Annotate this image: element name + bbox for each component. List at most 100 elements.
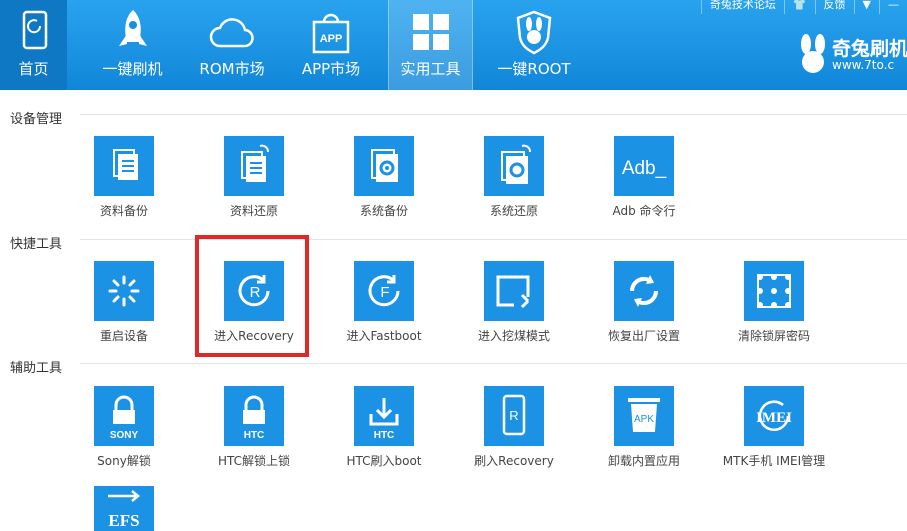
highlight-box [195,235,309,357]
divider [80,363,907,364]
download-tray-icon: HTC [369,398,399,441]
htc-boot-icon-text: HTC [374,430,395,441]
tile-factory-reset [614,261,674,321]
nav-app-market[interactable]: APP APP市场 [295,0,367,90]
tile-clear-lock [744,261,804,321]
tool-sony-unlock[interactable]: SONY Sony解锁 [64,386,184,469]
top-links: 奇兔技术论坛 👕 反馈 ▼ — [700,0,907,14]
divider [80,114,907,115]
grid-icon [407,8,455,56]
tile-flash-recovery: R [484,386,544,446]
tile-sony-unlock: SONY [94,386,154,446]
refresh-icon [629,275,659,307]
terminal-icon: Adb_ [622,158,667,179]
nav-home[interactable]: 首页 [0,0,67,90]
tool-restore-system[interactable]: 系统还原 [454,136,574,219]
label-reboot: 重启设备 [99,329,148,343]
nav-home-label: 首页 [18,60,49,78]
brand-name: 奇兔刷机 [832,38,907,60]
tool-fastboot[interactable]: F 进入Fastboot [324,261,444,344]
tool-backup-data[interactable]: 资料备份 [64,136,184,219]
tile-restore-system [484,136,544,196]
nav-app-label: APP市场 [301,60,361,78]
rabbit-shield-icon [510,8,558,56]
tile-mtk-imei: IMEI [744,386,804,446]
trash-apk-icon: APK [628,398,660,432]
tile-htc-unlock: HTC [224,386,284,446]
imei-icon: IMEI [756,400,792,431]
sony-icon-text: SONY [110,430,139,441]
home-phone-icon [10,8,58,56]
label-restore-system: 系统还原 [489,204,538,218]
minimize-icon[interactable]: — [879,0,907,14]
shopping-bag-icon: APP [307,8,355,56]
nav-root-label: 一键ROOT [497,60,571,78]
spinner-icon [108,275,140,307]
adb-icon-text: Adb_ [622,158,667,179]
tile-reboot [94,261,154,321]
label-mtk-imei: MTK手机 IMEI管理 [722,454,826,468]
tool-reboot[interactable]: 重启设备 [64,261,184,344]
tile-uninstall-apps: APK [614,386,674,446]
tool-restore-data[interactable]: 资料还原 [194,136,314,219]
feedback-link[interactable]: 反馈 [814,0,854,14]
label-htc-unlock: HTC解锁上锁 [217,454,291,468]
tile-restore-data [224,136,284,196]
nav-root[interactable]: 一键ROOT [490,0,578,90]
efs-arrow-icon: EFS [108,490,140,530]
tool-factory-reset[interactable]: 恢复出厂设置 [584,261,704,344]
shirt-icon[interactable]: 👕 [783,0,815,14]
feedback-label: 反馈 [823,0,846,11]
label-restore-data: 资料还原 [229,204,278,218]
nav-rom-market[interactable]: ROM市场 [192,0,272,90]
rocket-icon [109,8,157,56]
efs-icon-text: EFS [108,511,139,530]
tool-backup-system[interactable]: 系统备份 [324,136,444,219]
tile-adb: Adb_ [614,136,674,196]
label-fastboot: 进入Fastboot [346,329,422,343]
top-navigation-bar: 首页 一键刷机 ROM市场 APP APP市场 实用工具 一键ROOT 奇兔技术… [0,0,907,90]
tile-backup-data [94,136,154,196]
label-adb: Adb 命令行 [612,204,676,218]
tool-efs[interactable]: EFS [64,486,184,531]
brand-url: www.7to.c [832,58,895,72]
tool-adb[interactable]: Adb_ Adb 命令行 [584,136,704,219]
padlock-icon: SONY [110,395,139,441]
tool-uninstall-apps[interactable]: APK 卸载内置应用 [584,386,704,469]
tool-flash-recovery[interactable]: R 刷入Recovery [454,386,574,469]
tool-htc-boot[interactable]: HTC HTC刷入boot [324,386,444,469]
tile-efs: EFS [94,486,154,531]
tool-mining-mode[interactable]: 进入挖煤模式 [454,261,574,344]
label-uninstall-apps: 卸载内置应用 [607,454,680,468]
label-sony-unlock: Sony解锁 [97,454,151,468]
htc-icon-text: HTC [244,430,265,441]
phone-r-icon: R [502,394,526,436]
document-restore-icon [241,144,269,182]
nav-flash[interactable]: 一键刷机 [95,0,170,90]
label-htc-boot: HTC刷入boot [346,454,422,468]
screen-arrow-icon [496,275,530,309]
tile-htc-boot: HTC [354,386,414,446]
fastboot-f-icon: F [368,275,400,307]
system-gear-icon [371,149,398,182]
menu-dropdown-icon[interactable]: ▼ [853,0,879,14]
app-icon-text: APP [320,33,343,45]
rabbit-logo-icon [801,34,825,73]
label-clear-lock: 清除锁屏密码 [737,329,810,343]
tile-backup-system [354,136,414,196]
tool-htc-unlock[interactable]: HTC HTC解锁上锁 [194,386,314,469]
tool-clear-lock[interactable]: 清除锁屏密码 [714,261,834,344]
forum-link[interactable]: 奇兔技术论坛 [700,0,784,14]
tile-fastboot: F [354,261,414,321]
pattern-lock-icon [757,274,791,308]
documents-icon [113,149,138,180]
padlock-icon: HTC [243,395,265,441]
imei-icon-text: IMEI [756,410,792,426]
tool-mtk-imei[interactable]: IMEI MTK手机 IMEI管理 [714,386,834,469]
nav-rom-label: ROM市场 [199,60,265,78]
nav-tools[interactable]: 实用工具 [388,0,473,90]
label-backup-system: 系统备份 [359,204,408,218]
label-backup-data: 资料备份 [99,204,148,218]
label-mining-mode: 进入挖煤模式 [477,329,550,343]
section-device: 设备管理 [10,112,63,127]
